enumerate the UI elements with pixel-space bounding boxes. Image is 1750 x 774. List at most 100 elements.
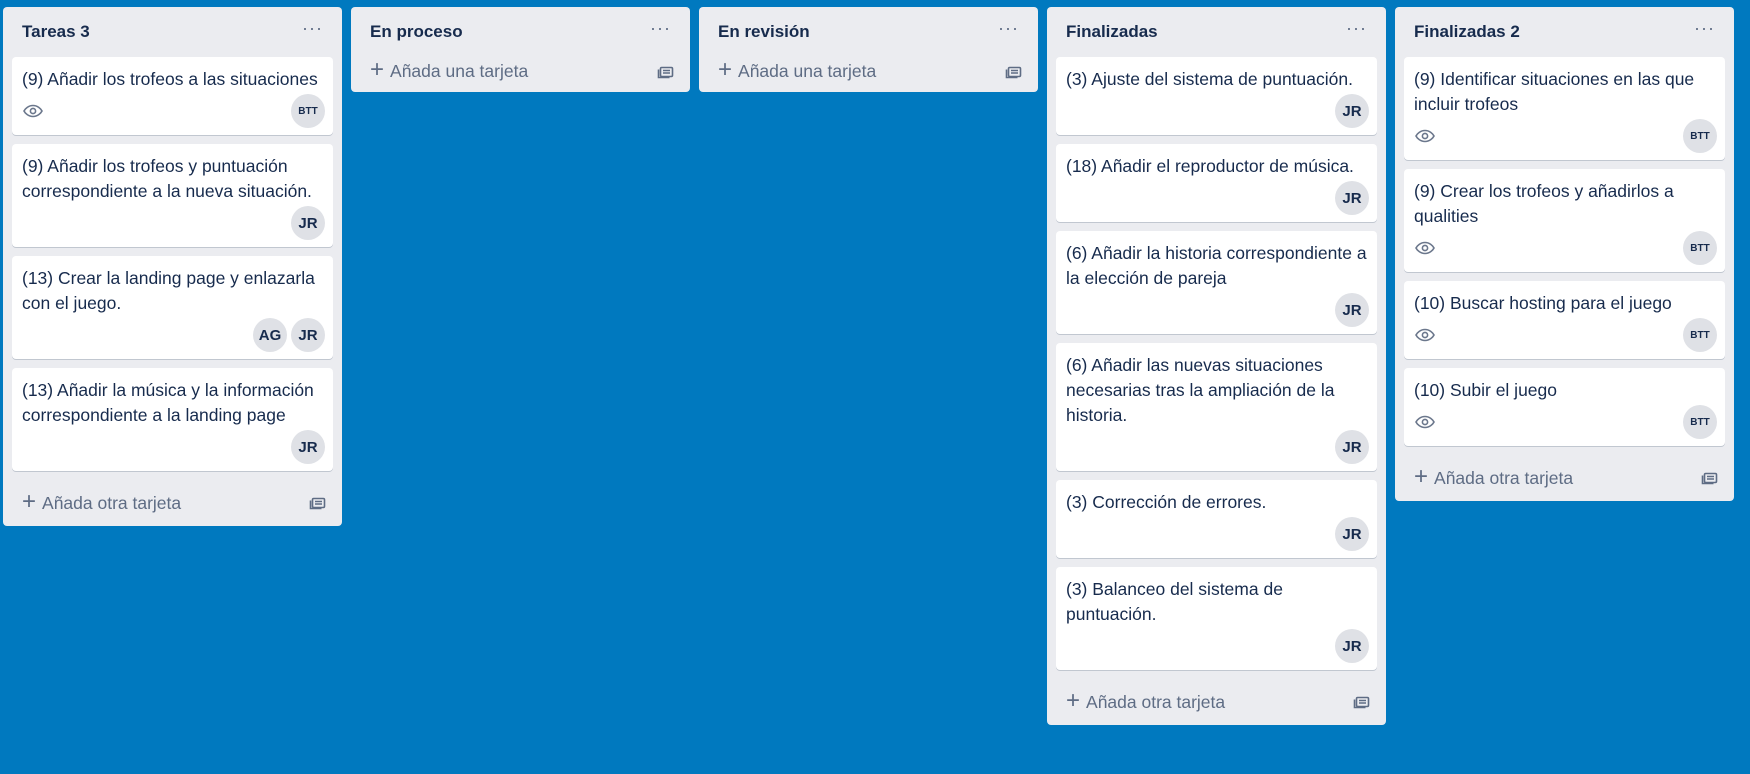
avatar[interactable]: BTT xyxy=(1683,405,1717,439)
card-members: JR xyxy=(1335,293,1369,327)
list-en-revisión: En revisión ··· + Añada una tarjeta xyxy=(699,7,1038,92)
list-title[interactable]: En revisión xyxy=(718,22,810,42)
card-composer: + Añada otra tarjeta xyxy=(1056,679,1377,725)
card-template-icon[interactable] xyxy=(1005,64,1023,80)
card-title: (10) Subir el juego xyxy=(1414,380,1557,400)
card-members: JR xyxy=(291,206,325,240)
add-card-button[interactable]: + Añada una tarjeta xyxy=(712,57,882,86)
card[interactable]: (3) Corrección de errores. JR xyxy=(1056,480,1377,558)
card-title: (9) Crear los trofeos y añadirlos a qual… xyxy=(1414,181,1674,226)
list-tareas-3: Tareas 3 ··· (9) Añadir los trofeos a las … xyxy=(3,7,342,526)
avatar[interactable]: JR xyxy=(291,318,325,352)
avatar[interactable]: BTT xyxy=(1683,318,1717,352)
card-template-icon[interactable] xyxy=(1353,694,1371,710)
card[interactable]: (6) Añadir la historia correspondiente a… xyxy=(1056,231,1377,334)
card-footer: JR xyxy=(1066,430,1369,464)
card-members: BTT xyxy=(291,94,325,128)
card[interactable]: (3) Ajuste del sistema de puntuación. JR xyxy=(1056,57,1377,135)
list-title[interactable]: En proceso xyxy=(370,22,463,42)
avatar[interactable]: BTT xyxy=(291,94,325,128)
card[interactable]: (6) Añadir las nuevas situaciones necesa… xyxy=(1056,343,1377,471)
card-footer: JR xyxy=(1066,517,1369,551)
card-title: (13) Crear la landing page y enlazarla c… xyxy=(22,268,315,313)
avatar[interactable]: JR xyxy=(1335,293,1369,327)
list-en-proceso: En proceso ··· + Añada una tarjeta xyxy=(351,7,690,92)
card-footer: JR xyxy=(1066,629,1369,663)
avatar[interactable]: BTT xyxy=(1683,231,1717,265)
card[interactable]: (9) Añadir los trofeos y puntuación corr… xyxy=(12,144,333,247)
card[interactable]: (9) Añadir los trofeos a las situaciones… xyxy=(12,57,333,135)
add-card-button[interactable]: + Añada una tarjeta xyxy=(364,57,534,86)
card-composer: + Añada una tarjeta xyxy=(360,51,681,92)
list-header: Finalizadas 2 ··· xyxy=(1404,7,1725,57)
list-finalizadas-2: Finalizadas 2 ··· (9) Identificar situacio… xyxy=(1395,7,1734,501)
add-card-label: Añada otra tarjeta xyxy=(1434,467,1574,488)
avatar[interactable]: JR xyxy=(291,430,325,464)
card[interactable]: (9) Crear los trofeos y añadirlos a qual… xyxy=(1404,169,1725,272)
card-badges xyxy=(1414,328,1435,342)
card[interactable]: (3) Balanceo del sistema de puntuación. J… xyxy=(1056,567,1377,670)
avatar[interactable]: AG xyxy=(253,318,287,352)
card-members: JR xyxy=(1335,517,1369,551)
avatar[interactable]: JR xyxy=(1335,517,1369,551)
list-title[interactable]: Tareas 3 xyxy=(22,22,90,42)
add-card-button[interactable]: + Añada otra tarjeta xyxy=(1060,688,1231,717)
card[interactable]: (18) Añadir el reproductor de música. JR xyxy=(1056,144,1377,222)
card-template-icon[interactable] xyxy=(309,495,327,511)
card[interactable]: (13) Crear la landing page y enlazarla c… xyxy=(12,256,333,359)
card[interactable]: (9) Identificar situaciones en las que i… xyxy=(1404,57,1725,160)
plus-icon: + xyxy=(718,56,733,83)
card-title: (9) Identificar situaciones en las que i… xyxy=(1414,69,1695,114)
card[interactable]: (13) Añadir la música y la información c… xyxy=(12,368,333,471)
add-card-button[interactable]: + Añada otra tarjeta xyxy=(16,489,187,518)
card[interactable]: (10) Subir el juego BTT xyxy=(1404,368,1725,446)
card-footer: JR xyxy=(22,430,325,464)
card-template-icon[interactable] xyxy=(1701,470,1719,486)
card-footer: BTT xyxy=(1414,231,1717,265)
card[interactable]: (10) Buscar hosting para el juego BTT xyxy=(1404,281,1725,359)
avatar[interactable]: JR xyxy=(1335,181,1369,215)
list-menu-icon[interactable]: ··· xyxy=(302,19,323,37)
add-card-label: Añada una tarjeta xyxy=(390,61,529,81)
avatar[interactable]: JR xyxy=(291,206,325,240)
avatar[interactable]: JR xyxy=(1335,94,1369,128)
plus-icon: + xyxy=(22,487,37,515)
eye-icon xyxy=(23,104,43,118)
card-title: (13) Añadir la música y la información c… xyxy=(22,380,314,425)
card-members: BTT xyxy=(1683,231,1717,265)
list-title[interactable]: Finalizadas 2 xyxy=(1414,22,1520,42)
card-members: JR xyxy=(1335,181,1369,215)
eye-icon xyxy=(1415,241,1435,255)
list-menu-icon[interactable]: ··· xyxy=(650,19,671,37)
card-title: (18) Añadir el reproductor de música. xyxy=(1066,156,1354,176)
list-header: Finalizadas ··· xyxy=(1056,7,1377,57)
list-finalizadas: Finalizadas ··· (3) Ajuste del sistema de … xyxy=(1047,7,1386,725)
list-menu-icon[interactable]: ··· xyxy=(998,19,1019,37)
card-footer: JR xyxy=(1066,181,1369,215)
card-members: BTT xyxy=(1683,119,1717,153)
list-menu-icon[interactable]: ··· xyxy=(1346,19,1367,37)
card-members: BTT xyxy=(1683,405,1717,439)
card-footer: JR xyxy=(22,206,325,240)
add-card-label: Añada otra tarjeta xyxy=(42,492,182,513)
card-template-icon[interactable] xyxy=(657,64,675,80)
plus-icon: + xyxy=(1414,462,1429,490)
card-badges xyxy=(22,104,43,118)
card-title: (10) Buscar hosting para el juego xyxy=(1414,293,1672,313)
card-title: (3) Balanceo del sistema de puntuación. xyxy=(1066,579,1283,624)
avatar[interactable]: JR xyxy=(1335,629,1369,663)
list-menu-icon[interactable]: ··· xyxy=(1694,19,1715,37)
card-members: JR xyxy=(1335,94,1369,128)
card-composer: + Añada otra tarjeta xyxy=(1404,455,1725,501)
avatar[interactable]: BTT xyxy=(1683,119,1717,153)
board-canvas: Tareas 3 ··· (9) Añadir los trofeos a las … xyxy=(3,7,1734,725)
avatar[interactable]: JR xyxy=(1335,430,1369,464)
card-footer: JR xyxy=(1066,94,1369,128)
list-title[interactable]: Finalizadas xyxy=(1066,22,1158,42)
add-card-button[interactable]: + Añada otra tarjeta xyxy=(1408,464,1579,493)
card-badges xyxy=(1414,129,1435,143)
eye-icon xyxy=(1415,328,1435,342)
card-members: AG JR xyxy=(253,318,325,352)
card-title: (6) Añadir las nuevas situaciones necesa… xyxy=(1066,355,1335,425)
card-badges xyxy=(1414,241,1435,255)
